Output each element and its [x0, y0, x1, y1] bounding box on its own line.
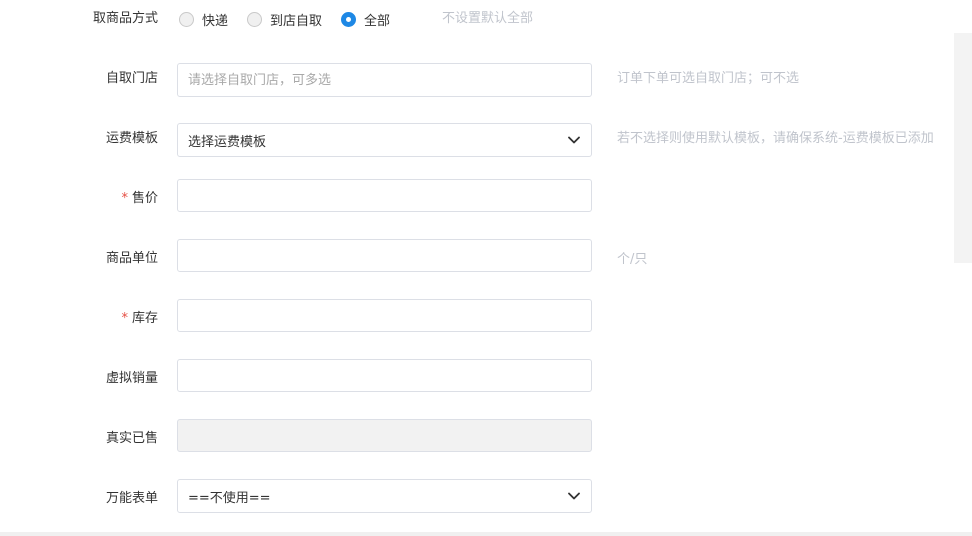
unit-hint: 个/只: [617, 252, 648, 267]
radio-express-label[interactable]: 快递: [202, 10, 228, 29]
pickup-store-label: 自取门店: [105, 71, 158, 86]
chevron-down-icon: [567, 489, 581, 503]
virtual-sales-input[interactable]: [177, 359, 592, 392]
pickup-method-radio-group: 快递 到店自取 全部: [179, 9, 409, 29]
radio-circle-icon[interactable]: [247, 11, 263, 27]
shipping-template-selected: 选择运费模板: [188, 134, 267, 150]
shipping-template-hint: 若不选择则使用默认模板，请确保系统-运费模板已添加: [617, 131, 934, 146]
product-form: 取商品方式 快递 到店自取 全部 不设置默认全部 自取门店 订单下单可选自取门店…: [0, 0, 972, 536]
pickup-method-hint: 不设置默认全部: [442, 11, 534, 26]
shipping-template-select[interactable]: 选择运费模板: [177, 123, 592, 157]
divider: [0, 532, 972, 536]
pickup-store-input[interactable]: [177, 63, 592, 97]
radio-all-label[interactable]: 全部: [364, 10, 390, 29]
chevron-down-icon: [567, 133, 581, 147]
required-mark: *: [121, 191, 128, 206]
radio-store-pickup[interactable]: 到店自取: [247, 10, 322, 29]
stock-input[interactable]: [177, 299, 592, 332]
stock-label-text: 库存: [131, 311, 158, 326]
universal-form-label: 万能表单: [105, 491, 158, 506]
required-mark: *: [121, 311, 128, 326]
pickup-method-label: 取商品方式: [92, 11, 158, 26]
universal-form-selected: ==不使用==: [188, 490, 271, 506]
unit-input[interactable]: [177, 239, 592, 272]
radio-circle-icon[interactable]: [179, 11, 194, 27]
real-sales-input: [177, 419, 592, 452]
radio-store-pickup-label[interactable]: 到店自取: [270, 10, 322, 29]
scrollbar[interactable]: [954, 33, 972, 263]
price-label: * 售价: [0, 190, 158, 208]
unit-label: 商品单位: [105, 251, 158, 266]
universal-form-select[interactable]: ==不使用==: [177, 479, 592, 513]
virtual-sales-label: 虚拟销量: [105, 371, 158, 386]
shipping-template-label: 运费模板: [105, 131, 158, 146]
price-input[interactable]: [177, 179, 592, 212]
pickup-store-hint: 订单下单可选自取门店；可不选: [617, 71, 800, 86]
radio-all[interactable]: 全部: [341, 10, 390, 29]
radio-checked-icon[interactable]: [341, 11, 357, 27]
price-label-text: 售价: [131, 191, 158, 206]
radio-express[interactable]: 快递: [179, 10, 228, 29]
real-sales-label: 真实已售: [105, 431, 158, 446]
stock-label: * 库存: [0, 310, 158, 328]
